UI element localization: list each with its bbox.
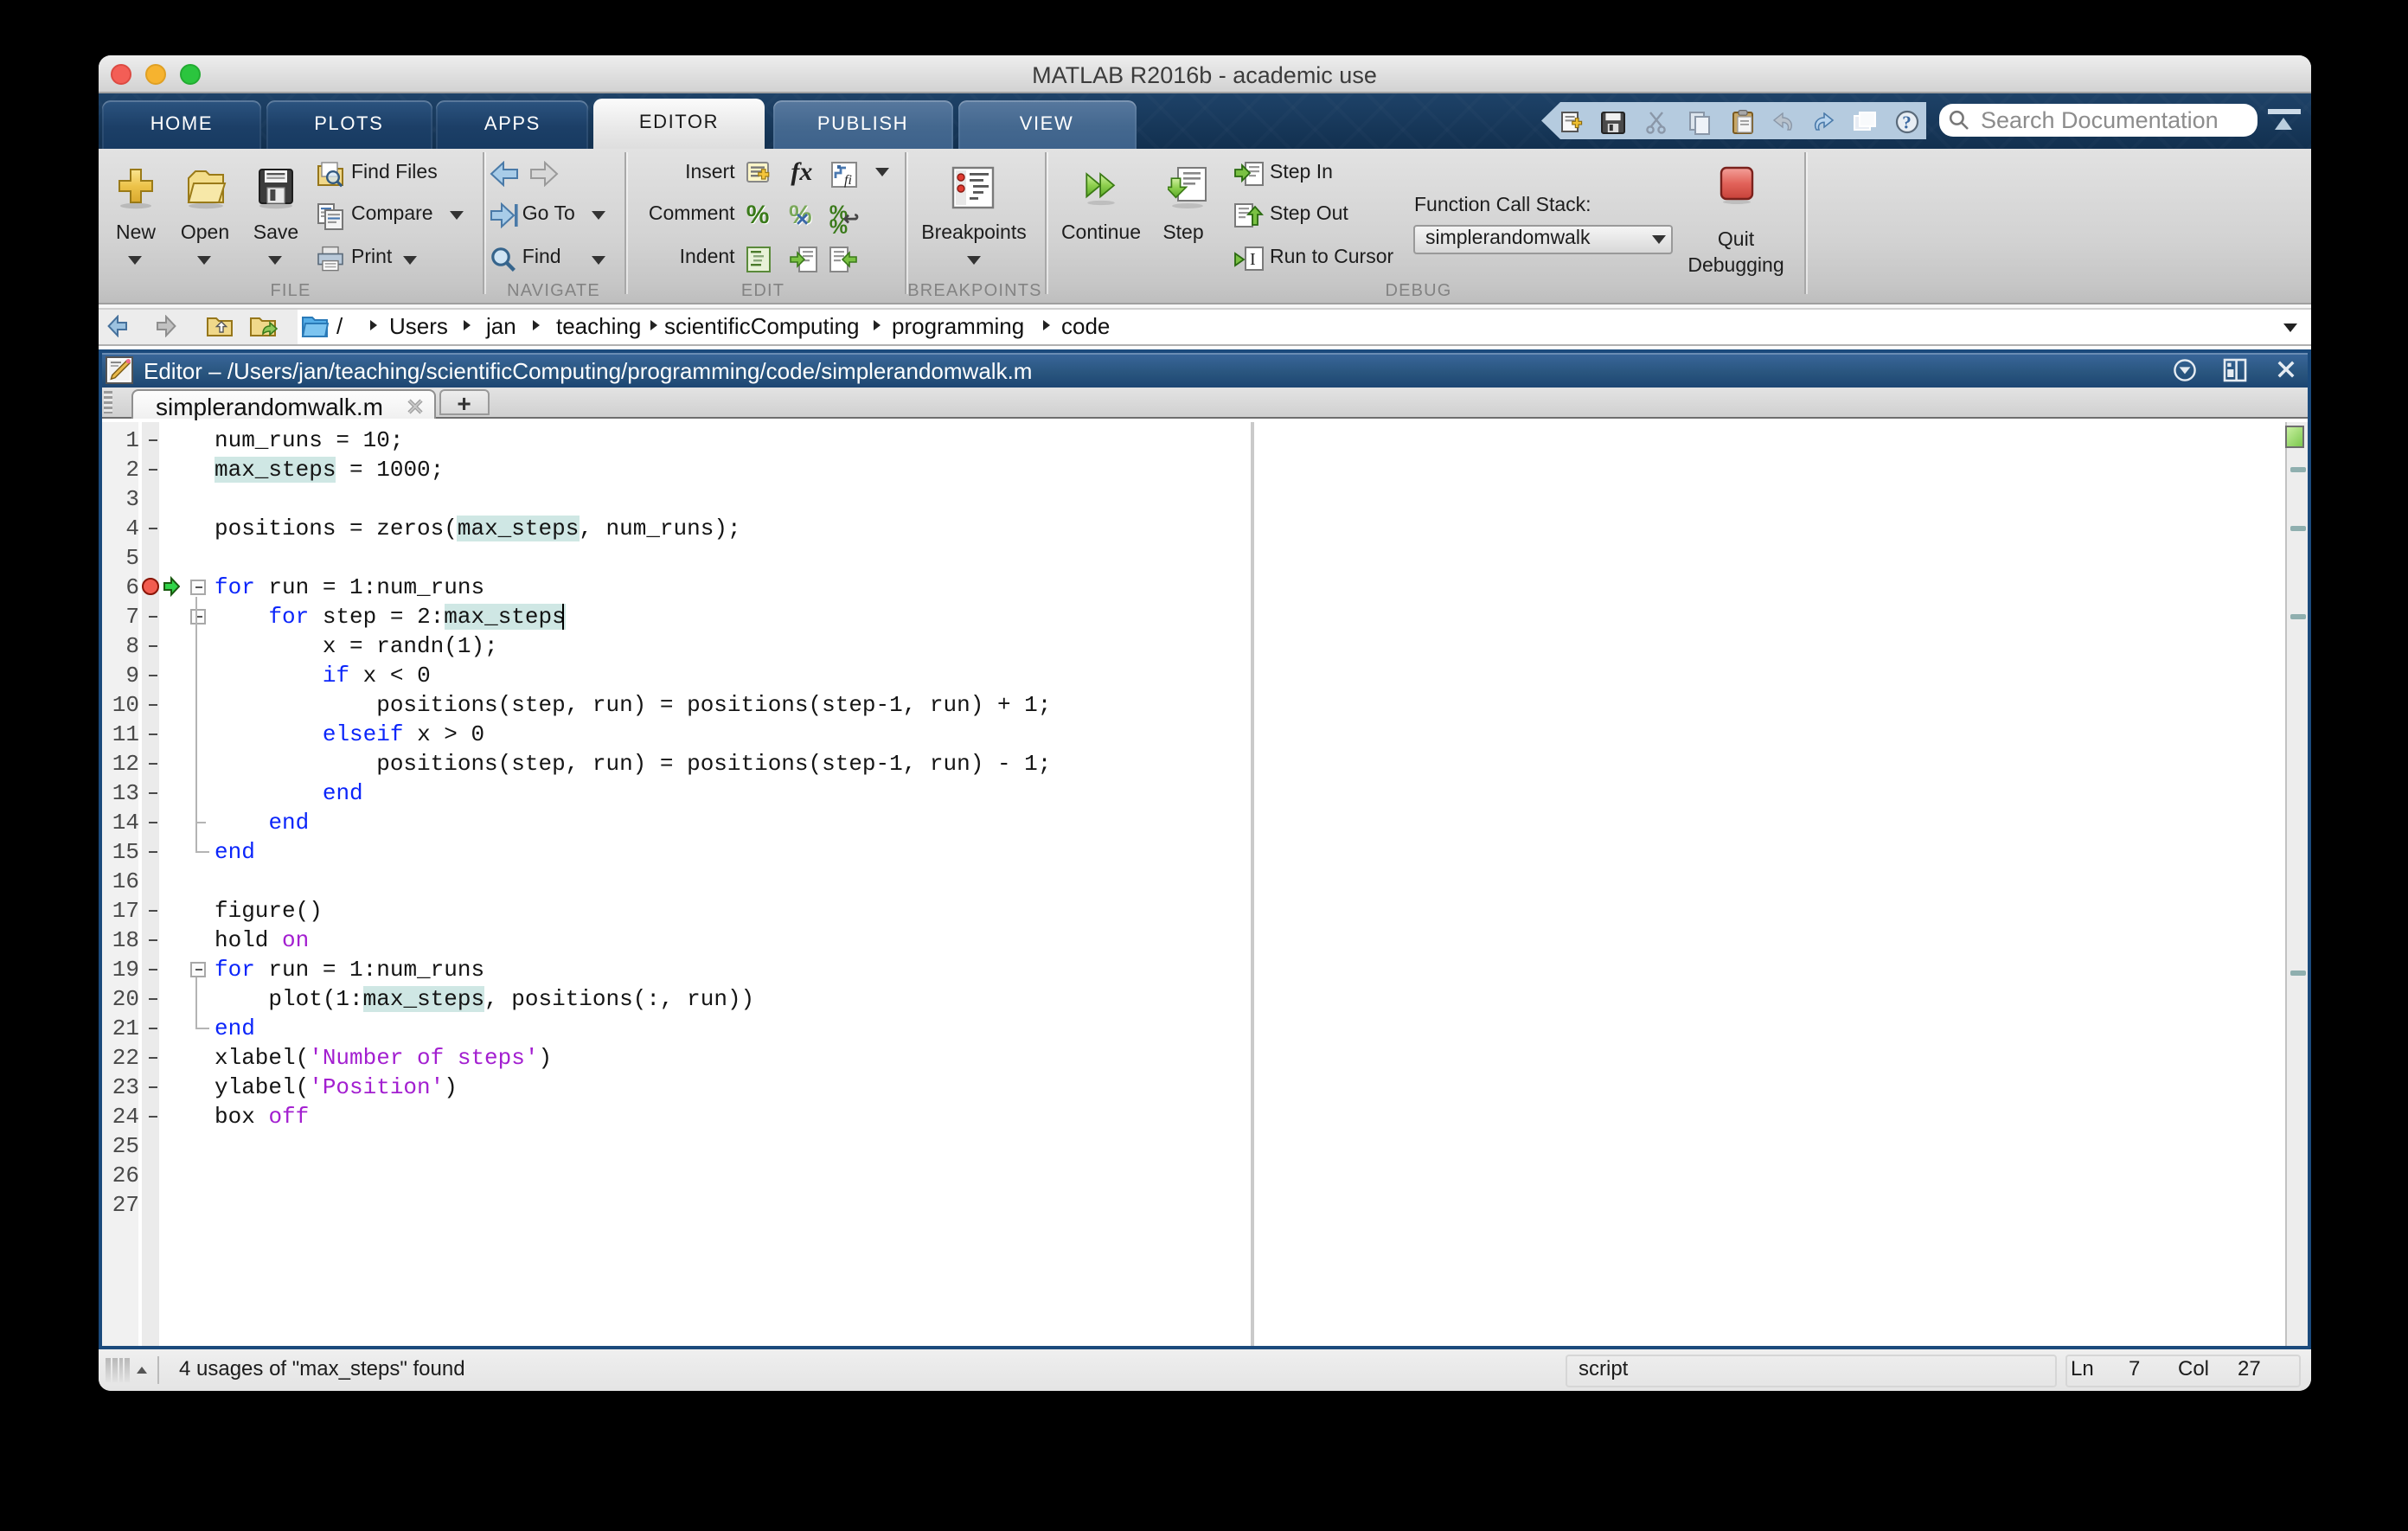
- svg-text:I: I: [1249, 250, 1255, 269]
- svg-text:?: ?: [1902, 112, 1912, 133]
- svg-text:fi: fi: [845, 172, 853, 187]
